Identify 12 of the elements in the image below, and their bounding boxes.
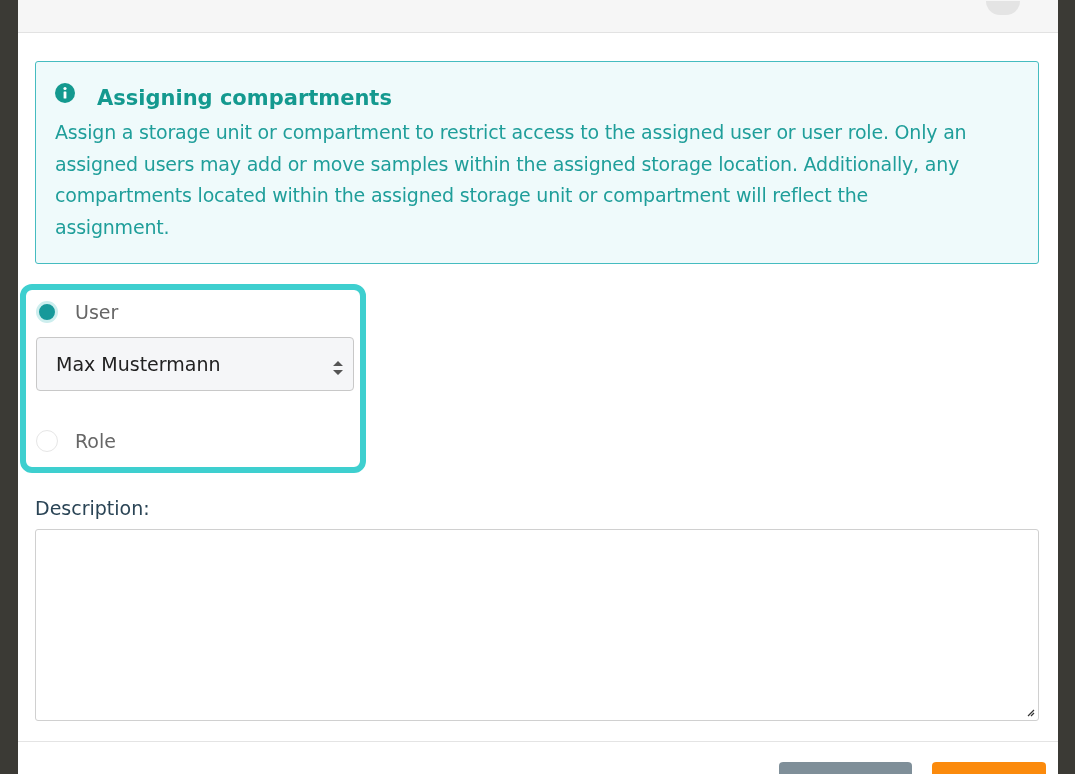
secondary-button[interactable] [779, 762, 912, 774]
description-field[interactable] [35, 529, 1039, 721]
radio-button[interactable] [36, 301, 58, 323]
resize-handle-icon[interactable] [1025, 707, 1035, 717]
description-label: Description: [35, 497, 151, 519]
primary-button[interactable] [932, 762, 1046, 774]
info-icon [55, 83, 75, 103]
radio-option[interactable]: Role [36, 423, 354, 459]
alert-text: Assign a storage unit or compartment to restrict access to the assigned user or user role. Only an assigned users may add or move samples within the assigned storage location. Additionally, any compartments located within the assigned storage unit or compartment will reflect the assignment. [55, 120, 968, 240]
radio-option[interactable]: User [36, 294, 354, 330]
radio-button[interactable] [36, 430, 58, 452]
alert-title: Assigning compartments [97, 86, 392, 110]
